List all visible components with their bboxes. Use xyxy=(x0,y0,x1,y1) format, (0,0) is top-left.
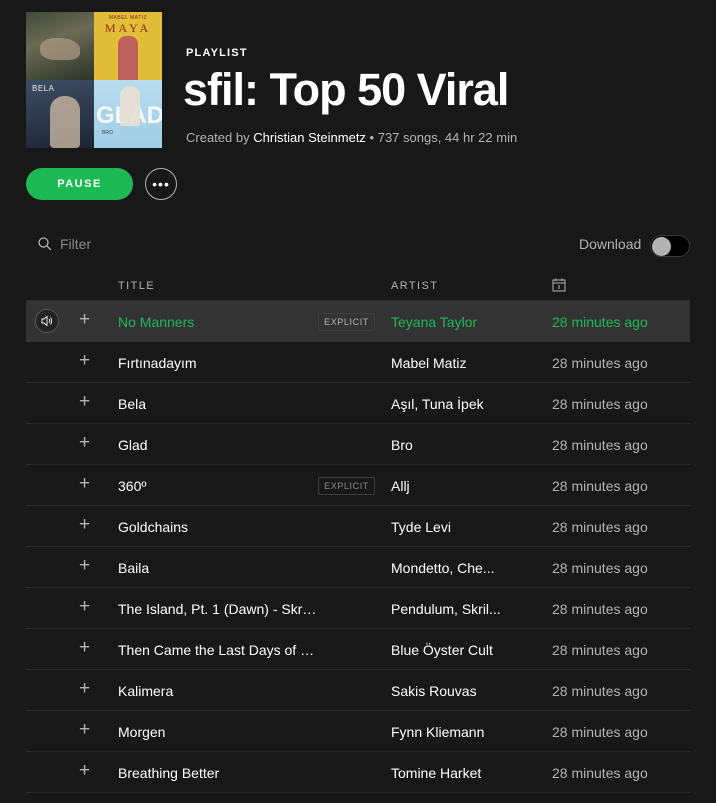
add-track-icon[interactable]: + xyxy=(79,720,90,739)
add-track-icon[interactable]: + xyxy=(79,761,90,780)
add-track-icon[interactable]: + xyxy=(79,679,90,698)
playlist-cover[interactable]: MABEL MATIZ MAYA BELA GLAD BRO xyxy=(26,12,162,148)
column-header-artist[interactable]: ARTIST xyxy=(391,280,438,292)
playlist-stats: • 737 songs, 44 hr 22 min xyxy=(365,130,518,145)
track-added-date: 28 minutes ago xyxy=(552,314,648,330)
track-title[interactable]: Goldchains xyxy=(118,519,318,535)
track-added-date: 28 minutes ago xyxy=(552,396,648,412)
download-toggle[interactable] xyxy=(650,235,690,257)
add-track-icon[interactable]: + xyxy=(79,433,90,452)
filter-input[interactable] xyxy=(60,236,260,252)
track-row[interactable]: + No Manners EXPLICIT Teyana Taylor 28 minut… xyxy=(26,301,690,342)
track-added-date: 28 minutes ago xyxy=(552,519,648,535)
track-added-date: 28 minutes ago xyxy=(552,355,648,371)
track-added-date: 28 minutes ago xyxy=(552,642,648,658)
cover-tile-4: GLAD BRO xyxy=(94,80,162,148)
track-row[interactable]: + Bela Aşıl, Tuna İpek 28 minutes ago xyxy=(26,383,690,424)
track-artist[interactable]: Bro xyxy=(391,437,501,453)
track-artist[interactable]: Tomine Harket xyxy=(391,765,501,781)
track-row[interactable]: + The Island, Pt. 1 (Dawn) - Skrillex Rem… xyxy=(26,588,690,629)
track-row[interactable]: +360º EXPLICIT Allj 28 minutes ago xyxy=(26,465,690,506)
more-options-button[interactable]: ••• xyxy=(145,168,177,200)
track-artist[interactable]: Blue Öyster Cult xyxy=(391,642,501,658)
speaker-icon[interactable] xyxy=(35,309,59,333)
add-track-icon[interactable]: + xyxy=(79,597,90,616)
track-added-date: 28 minutes ago xyxy=(552,724,648,740)
track-row[interactable]: + Kalimera Sakis Rouvas 28 minutes ago xyxy=(26,670,690,711)
add-track-icon[interactable]: + xyxy=(79,556,90,575)
created-by-label: Created by xyxy=(186,130,250,145)
playlist-title: sfil: Top 50 Viral xyxy=(183,64,509,115)
cover-tile-2: MABEL MATIZ MAYA xyxy=(94,12,162,80)
add-track-icon[interactable]: + xyxy=(79,474,90,493)
column-header-title[interactable]: TITLE xyxy=(118,280,155,292)
track-added-date: 28 minutes ago xyxy=(552,437,648,453)
cover-tile-3-title: BELA xyxy=(32,84,55,93)
track-list: + No Manners EXPLICIT Teyana Taylor 28 minut… xyxy=(26,301,690,793)
cover-tile-4-title: GLAD xyxy=(96,102,162,129)
track-row[interactable]: + Fırtınadayım Mabel Matiz 28 minutes ago xyxy=(26,342,690,383)
track-title[interactable]: Then Came the Last Days of May xyxy=(118,642,318,658)
track-added-date: 28 minutes ago xyxy=(552,683,648,699)
download-label: Download xyxy=(579,236,642,252)
track-title[interactable]: Baila xyxy=(118,560,318,576)
track-title[interactable]: Morgen xyxy=(118,724,318,740)
cover-tile-3: BELA xyxy=(26,80,94,148)
track-title[interactable]: No Manners xyxy=(118,314,318,330)
playlist-meta: Created by Christian Steinmetz • 737 son… xyxy=(186,130,517,145)
add-track-icon[interactable]: + xyxy=(79,310,90,329)
track-title[interactable]: 360º xyxy=(118,478,318,494)
download-toggle-knob xyxy=(652,237,671,256)
track-title[interactable]: The Island, Pt. 1 (Dawn) - Skrillex Remi… xyxy=(118,601,318,617)
track-title[interactable]: Fırtınadayım xyxy=(118,355,318,371)
track-artist[interactable]: Aşıl, Tuna İpek xyxy=(391,396,501,412)
track-artist[interactable]: Mabel Matiz xyxy=(391,355,501,371)
calendar-icon[interactable] xyxy=(552,278,566,292)
track-row[interactable]: + Breathing Better Tomine Harket 28 minutes… xyxy=(26,752,690,793)
more-dots-icon: ••• xyxy=(152,176,170,192)
playlist-type-label: PLAYLIST xyxy=(186,47,248,59)
cover-tile-1 xyxy=(26,12,94,80)
add-track-icon[interactable]: + xyxy=(79,515,90,534)
track-added-date: 28 minutes ago xyxy=(552,601,648,617)
track-artist[interactable]: Sakis Rouvas xyxy=(391,683,501,699)
track-row[interactable]: + Goldchains Tyde Levi 28 minutes ago xyxy=(26,506,690,547)
track-row[interactable]: + Baila Mondetto, Che... 28 minutes ago xyxy=(26,547,690,588)
track-row[interactable]: + Morgen Fynn Kliemann 28 minutes ago xyxy=(26,711,690,752)
track-artist[interactable]: Pendulum, Skril... xyxy=(391,601,501,617)
track-title[interactable]: Glad xyxy=(118,437,318,453)
track-added-date: 28 minutes ago xyxy=(552,765,648,781)
add-track-icon[interactable]: + xyxy=(79,638,90,657)
filter-bar xyxy=(38,236,260,252)
track-artist[interactable]: Tyde Levi xyxy=(391,519,501,535)
track-artist[interactable]: Teyana Taylor xyxy=(391,314,501,330)
creator-link[interactable]: Christian Steinmetz xyxy=(253,130,366,145)
track-title[interactable]: Breathing Better xyxy=(118,765,318,781)
track-row[interactable]: + Glad Bro 28 minutes ago xyxy=(26,424,690,465)
track-artist[interactable]: Allj xyxy=(391,478,501,494)
track-added-date: 28 minutes ago xyxy=(552,560,648,576)
pause-button[interactable]: PAUSE xyxy=(26,168,133,200)
explicit-badge: EXPLICIT xyxy=(318,313,375,331)
track-artist[interactable]: Fynn Kliemann xyxy=(391,724,501,740)
add-track-icon[interactable]: + xyxy=(79,351,90,370)
track-title[interactable]: Bela xyxy=(118,396,318,412)
cover-tile-2-title: MAYA xyxy=(104,21,152,35)
track-title[interactable]: Kalimera xyxy=(118,683,318,699)
track-added-date: 28 minutes ago xyxy=(552,478,648,494)
track-row[interactable]: + Then Came the Last Days of May Blue Öyst… xyxy=(26,629,690,670)
explicit-badge: EXPLICIT xyxy=(318,477,375,495)
speaker-glyph xyxy=(41,315,53,327)
add-track-icon[interactable]: + xyxy=(79,392,90,411)
track-artist[interactable]: Mondetto, Che... xyxy=(391,560,501,576)
search-icon xyxy=(38,237,52,251)
cover-tile-4-artist: BRO xyxy=(102,130,113,136)
